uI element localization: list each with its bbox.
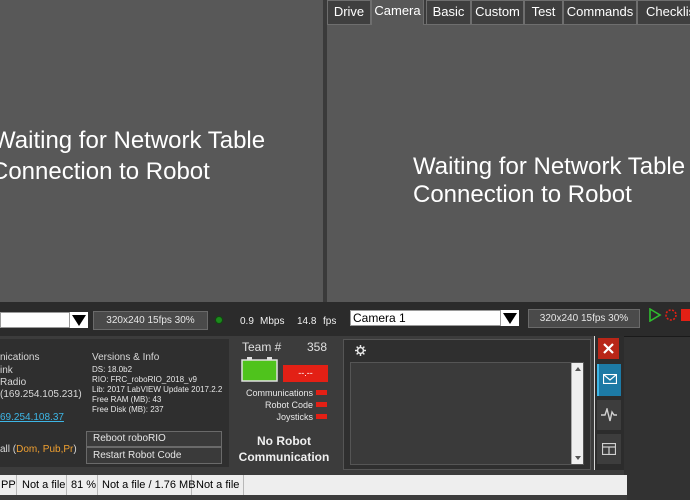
team-number: 358 <box>307 340 328 354</box>
tab-custom[interactable]: Custom <box>471 0 524 24</box>
left-camera-select[interactable] <box>0 312 70 328</box>
joysticks-indicator <box>316 414 327 419</box>
restart-robot-code-button[interactable]: Restart Robot Code <box>86 447 222 464</box>
gear-icon[interactable] <box>355 345 366 356</box>
waveform-icon <box>601 408 617 422</box>
split-view-icon <box>602 443 616 455</box>
background-window-edge <box>624 336 690 476</box>
tab-checklist[interactable]: Checklist <box>637 0 690 24</box>
right-dashboard: Waiting for Network Table Connection to … <box>327 0 690 302</box>
status-bar-right <box>627 475 690 500</box>
status-cell-prefix: PP <box>0 475 17 495</box>
right-wait-line2: Connection to Robot <box>413 181 632 208</box>
play-icon[interactable] <box>648 308 662 322</box>
message-scrollbar[interactable] <box>571 363 583 464</box>
reboot-roborio-button[interactable]: Reboot roboRIO <box>86 431 222 447</box>
robot-code-indicator <box>316 402 327 407</box>
scroll-up-arrow-icon[interactable] <box>575 367 581 371</box>
status-cell-file: Not a file <box>18 475 67 495</box>
communications-indicator-label: Communications <box>245 388 313 398</box>
right-camera-view: Waiting for Network Table Connection to … <box>327 24 690 302</box>
robot-code-indicator-label: Robot Code <box>264 400 313 410</box>
communications-indicator <box>316 390 327 395</box>
tab-both[interactable] <box>597 434 621 464</box>
bandwidth-value: 0.9 <box>240 316 254 327</box>
record-icon[interactable] <box>664 308 678 322</box>
tab-basic[interactable]: Basic <box>426 0 471 24</box>
free-ram: Free RAM (MB): 43 <box>92 395 162 404</box>
status-bar: PP Not a file 81 % Not a file / 1.76 MB … <box>0 475 627 495</box>
status-cell-size: Not a file / 1.76 MB <box>98 475 196 495</box>
ds-version: DS: 18.0b2 <box>92 365 133 374</box>
tab-test[interactable]: Test <box>524 0 563 24</box>
lib-version: Lib: 2017 LabVIEW Update 2017.2.2 <box>92 385 223 394</box>
left-stream-settings-button[interactable]: 320x240 15fps 30% <box>93 311 208 330</box>
team-status-panel: Team # 358 --.-- Communications Robot Co… <box>231 336 337 470</box>
joysticks-indicator-label: Joysticks <box>276 412 313 422</box>
right-wait-line1: Waiting for Network Table <box>413 153 686 180</box>
tab-drive[interactable]: Drive <box>327 0 371 24</box>
stream-bar: 320x240 15fps 30% 0.9 Mbps 14.8 fps Came… <box>0 302 690 336</box>
tab-charts[interactable] <box>597 400 621 430</box>
fps-value: 14.8 <box>297 316 317 327</box>
enable-all-suffix: ) <box>73 444 77 455</box>
versions-heading: Versions & Info <box>92 352 160 363</box>
status-cell-file2: Not a file <box>192 475 244 495</box>
right-camera-dropdown-icon[interactable] <box>501 310 519 326</box>
left-wait-line2: Connection to Robot <box>0 158 210 185</box>
tab-camera[interactable]: Camera <box>371 0 424 25</box>
right-stream-settings-button[interactable]: 320x240 15fps 30% <box>528 309 640 328</box>
free-disk: Free Disk (MB): 237 <box>92 405 164 414</box>
side-tab-strip <box>594 336 624 470</box>
robot-status-line2: Communication <box>238 450 330 464</box>
tab-messages[interactable] <box>597 364 621 396</box>
envelope-icon <box>603 374 617 384</box>
close-icon <box>603 343 614 354</box>
left-wait-line1: Waiting for Network Table <box>0 127 266 154</box>
network-links[interactable]: Dom, Pub,Pr <box>16 444 73 455</box>
left-camera-view: Waiting for Network Table Connection to … <box>0 0 323 302</box>
battery-icon <box>241 357 278 382</box>
diagnostics-panel: nications ink Radio (169.254.105.231) 69… <box>0 339 229 467</box>
stop-icon[interactable] <box>680 308 690 322</box>
fps-unit: fps <box>323 316 337 327</box>
rio-version: RIO: FRC_roboRIO_2018_v9 <box>92 375 197 384</box>
left-camera-dropdown-icon[interactable] <box>70 312 88 328</box>
enable-all-line: all (Dom, Pub,Pr) <box>0 443 77 456</box>
status-cell-zoom: 81 % <box>67 475 98 495</box>
communications-heading: nications <box>0 352 40 363</box>
tab-commands[interactable]: Commands <box>563 0 637 24</box>
stream-status-led-icon <box>215 316 223 324</box>
robot-ip-link[interactable]: 69.254.108.37 <box>0 411 64 424</box>
driver-station: nications ink Radio (169.254.105.231) 69… <box>0 336 690 500</box>
robot-status-line1: No Robot <box>257 434 311 448</box>
team-label: Team # <box>242 340 282 354</box>
enable-all-prefix: all ( <box>0 444 17 455</box>
battery-voltage-display: --.-- <box>283 365 328 382</box>
message-panel <box>343 339 591 470</box>
close-button[interactable] <box>598 338 619 359</box>
radio-ip-line: (169.254.105.231) <box>0 389 82 400</box>
right-camera-select[interactable]: Camera 1 <box>350 310 501 326</box>
scroll-down-arrow-icon[interactable] <box>575 456 581 460</box>
message-log[interactable] <box>350 362 584 465</box>
bandwidth-unit: Mbps <box>260 316 285 327</box>
